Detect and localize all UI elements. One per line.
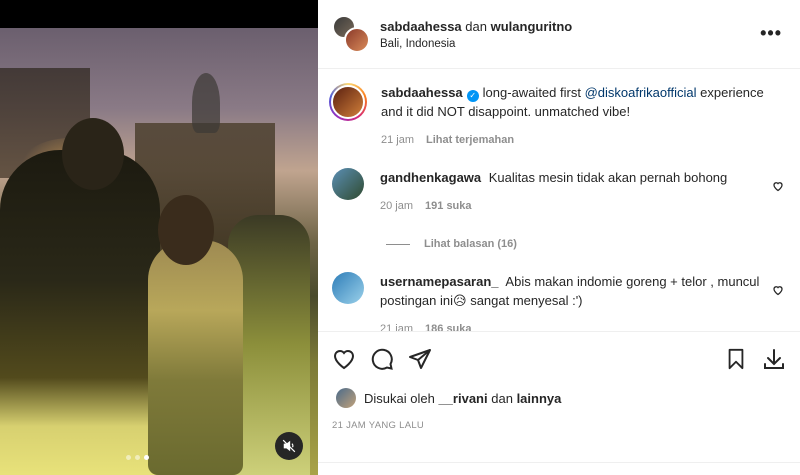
header-connector: dan	[465, 18, 487, 34]
carousel-dot	[135, 455, 140, 460]
heart-icon	[333, 350, 355, 370]
comment-meta: 21 jam 186 suka	[380, 320, 786, 331]
download-icon	[764, 349, 784, 369]
scene-tree	[192, 73, 220, 133]
comment: usernamepasaran_ Abis makan indomie gore…	[332, 272, 786, 331]
avatar	[331, 85, 365, 119]
view-replies-label: Lihat balasan (16)	[424, 238, 517, 250]
carousel-dot	[126, 455, 131, 460]
carousel-indicators	[126, 455, 149, 460]
post-timestamp[interactable]: 21 JAM YANG LALU	[332, 420, 786, 431]
comment-likes[interactable]: 191 suka	[425, 197, 471, 216]
verified-badge-icon: ✓	[466, 90, 479, 102]
translate-button[interactable]: Lihat terjemahan	[426, 131, 514, 150]
collab-avatars[interactable]	[332, 15, 370, 53]
post-header: sabdaahessa dan wulanguritno Bali, Indon…	[318, 0, 800, 69]
header-user-link[interactable]: wulanguritno	[491, 19, 573, 34]
avatar[interactable]	[332, 168, 364, 200]
caption-meta: 21 jam Lihat terjemahan	[381, 131, 786, 150]
mute-button[interactable]	[275, 432, 303, 460]
header-text: sabdaahessa dan wulanguritno Bali, Indon…	[380, 19, 572, 50]
comment-like-icon[interactable]	[772, 180, 784, 192]
view-replies-button[interactable]: Lihat balasan (16)	[386, 238, 786, 250]
comment-icon	[371, 348, 393, 370]
media-top-bar	[0, 0, 318, 28]
comment-time[interactable]: 20 jam	[380, 197, 413, 216]
comments-section: sabdaahessa ✓ long-awaited first @diskoafr…	[318, 69, 800, 331]
caption: sabdaahessa ✓ long-awaited first @diskoafr…	[329, 83, 786, 150]
story-ring-avatar[interactable]	[329, 83, 367, 121]
caption-user-link[interactable]: sabdaahessa	[381, 85, 463, 100]
comment-text: Kualitas mesin tidak akan pernah bohong	[488, 170, 728, 185]
post-actions: Disukai oleh __rivani dan lainnya 21 JAM…	[318, 331, 800, 431]
avatar[interactable]	[336, 388, 356, 408]
header-user-link[interactable]: sabdaahessa	[380, 19, 462, 34]
liked-by: Disukai oleh __rivani dan lainnya	[332, 388, 786, 408]
comment-body: gandhenkagawa Kualitas mesin tidak akan …	[380, 168, 786, 216]
scene-person-man-head	[62, 118, 124, 190]
post-media[interactable]	[0, 0, 318, 475]
action-icons	[332, 346, 786, 372]
like-button[interactable]	[332, 347, 356, 371]
liked-by-user-link[interactable]: __rivani	[438, 391, 487, 406]
liked-by-prefix: Disukai oleh	[364, 390, 435, 406]
comment: gandhenkagawa Kualitas mesin tidak akan …	[332, 168, 786, 216]
scene-person-woman-head	[158, 195, 214, 265]
comment-user-link[interactable]: usernamepasaran_	[380, 274, 499, 289]
avatar	[344, 27, 370, 53]
carousel-dot-active	[144, 455, 149, 460]
comment-body: usernamepasaran_ Abis makan indomie gore…	[380, 272, 786, 331]
replies-divider	[386, 243, 410, 245]
comment-meta: 20 jam 191 suka	[380, 197, 786, 216]
comment-like-icon[interactable]	[772, 284, 784, 296]
scene-person-man	[0, 150, 160, 475]
add-comment-area[interactable]	[318, 462, 800, 475]
download-button[interactable]	[762, 347, 786, 371]
share-button[interactable]	[408, 347, 432, 371]
liked-by-connector: dan	[491, 390, 513, 406]
audio-muted-icon	[282, 439, 296, 453]
comment-user-link[interactable]: gandhenkagawa	[380, 170, 481, 185]
header-usernames: sabdaahessa dan wulanguritno	[380, 19, 572, 34]
comment-likes[interactable]: 186 suka	[425, 320, 471, 331]
location-link[interactable]: Bali, Indonesia	[380, 38, 572, 50]
bookmark-icon	[728, 348, 744, 370]
scene-person-woman	[148, 240, 243, 475]
liked-by-others-link[interactable]: lainnya	[517, 391, 562, 406]
save-button[interactable]	[724, 347, 748, 371]
caption-text: long-awaited first	[482, 85, 581, 100]
post-details-panel: sabdaahessa dan wulanguritno Bali, Indon…	[318, 0, 800, 475]
comment-text: sangat menyesal :')	[470, 293, 583, 308]
caption-time[interactable]: 21 jam	[381, 131, 414, 150]
comment-button[interactable]	[370, 347, 394, 371]
avatar[interactable]	[332, 272, 364, 304]
caption-body: sabdaahessa ✓ long-awaited first @diskoafr…	[381, 83, 786, 150]
emoji: 😥	[453, 293, 467, 308]
more-options-icon[interactable]: •••	[760, 24, 782, 42]
send-icon	[409, 349, 431, 369]
mention-link[interactable]: @diskoafrikaofficial	[585, 85, 697, 100]
comment-time[interactable]: 21 jam	[380, 320, 413, 331]
